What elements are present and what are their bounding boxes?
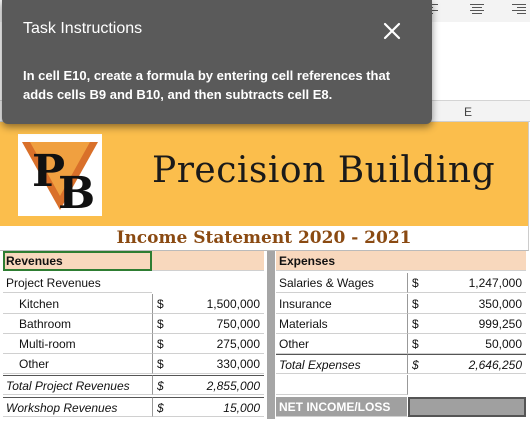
cell-workshop-value[interactable]: 15,000 bbox=[182, 397, 264, 417]
cell-exp-label[interactable]: Salaries & Wages bbox=[276, 273, 408, 293]
cell-rev-value[interactable]: 1,500,000 bbox=[182, 294, 264, 314]
company-banner: P B Precision Building bbox=[0, 122, 529, 226]
cell-total-expenses-label[interactable]: Total Expenses bbox=[276, 354, 408, 374]
cell-exp-value[interactable]: 999,250 bbox=[438, 314, 526, 334]
cell-exp-cur[interactable]: $ bbox=[408, 334, 438, 354]
dialog-title: Task Instructions bbox=[23, 20, 143, 37]
cell-exp-value[interactable]: 1,247,000 bbox=[438, 273, 526, 293]
dialog-instructions: In cell E10, create a formula by enterin… bbox=[23, 68, 391, 102]
cell-exp-cur[interactable]: $ bbox=[408, 273, 438, 293]
column-separator bbox=[267, 251, 275, 419]
cell-rev-value[interactable]: 750,000 bbox=[182, 314, 264, 334]
cell-rev-label[interactable]: Bathroom bbox=[3, 314, 152, 334]
cell-workshop-label[interactable]: Workshop Revenues bbox=[3, 397, 152, 417]
cell-workshop-cur[interactable]: $ bbox=[152, 397, 182, 417]
cell-total-expenses-value[interactable]: 2,646,250 bbox=[438, 354, 526, 374]
cell-rev-value[interactable]: 275,000 bbox=[182, 334, 264, 354]
cell-exp-cur[interactable]: $ bbox=[408, 294, 438, 314]
cell-exp-label[interactable]: Materials bbox=[276, 314, 408, 334]
cell-expenses-header[interactable]: Expenses bbox=[276, 251, 526, 271]
cell-rev-value[interactable]: 330,000 bbox=[182, 354, 264, 374]
cell-rev-cur[interactable]: $ bbox=[152, 334, 182, 354]
cell-project-revenues[interactable]: Project Revenues bbox=[3, 273, 152, 293]
task-instructions-dialog: Task Instructions In cell E10, create a … bbox=[2, 0, 432, 124]
cell-rev-cur[interactable]: $ bbox=[152, 354, 182, 374]
align-right-icon[interactable] bbox=[512, 4, 526, 16]
statement-title-row: Income Statement 2020 - 2021 bbox=[0, 226, 529, 251]
cell-rev-label[interactable]: Multi-room bbox=[3, 334, 152, 354]
cell-rev-label[interactable]: Other bbox=[3, 354, 152, 374]
cell-exp-label[interactable]: Other bbox=[276, 334, 408, 354]
cell-empty[interactable] bbox=[276, 375, 408, 395]
cell-e10-net-income-value[interactable] bbox=[408, 397, 526, 417]
cell-exp-cur[interactable]: $ bbox=[408, 314, 438, 334]
close-icon[interactable] bbox=[380, 19, 404, 43]
cell-exp-value[interactable]: 350,000 bbox=[438, 294, 526, 314]
statement-title: Income Statement 2020 - 2021 bbox=[116, 228, 412, 248]
cell-rev-cur[interactable]: $ bbox=[152, 314, 182, 334]
company-logo: P B bbox=[18, 134, 102, 219]
cell-total-project-value[interactable]: 2,855,000 bbox=[182, 375, 264, 395]
cell-exp-label[interactable]: Insurance bbox=[276, 294, 408, 314]
cell-rev-label[interactable]: Kitchen bbox=[3, 294, 152, 314]
cell-revenues-header-fill[interactable] bbox=[152, 251, 264, 271]
cell-rev-cur[interactable]: $ bbox=[152, 294, 182, 314]
align-center-icon[interactable] bbox=[470, 4, 484, 16]
cell-revenues-header[interactable]: Revenues bbox=[3, 251, 152, 271]
cell-net-income-label[interactable]: NET INCOME/LOSS bbox=[276, 397, 408, 417]
cell-total-project-label[interactable]: Total Project Revenues bbox=[3, 375, 152, 395]
cell-total-project-cur[interactable]: $ bbox=[152, 375, 182, 395]
cell-exp-value[interactable]: 50,000 bbox=[438, 334, 526, 354]
cell-total-expenses-cur[interactable]: $ bbox=[408, 354, 438, 374]
company-name: Precision Building bbox=[152, 150, 496, 191]
svg-text:B: B bbox=[58, 168, 95, 216]
pb-logo-icon: P B bbox=[22, 142, 98, 219]
